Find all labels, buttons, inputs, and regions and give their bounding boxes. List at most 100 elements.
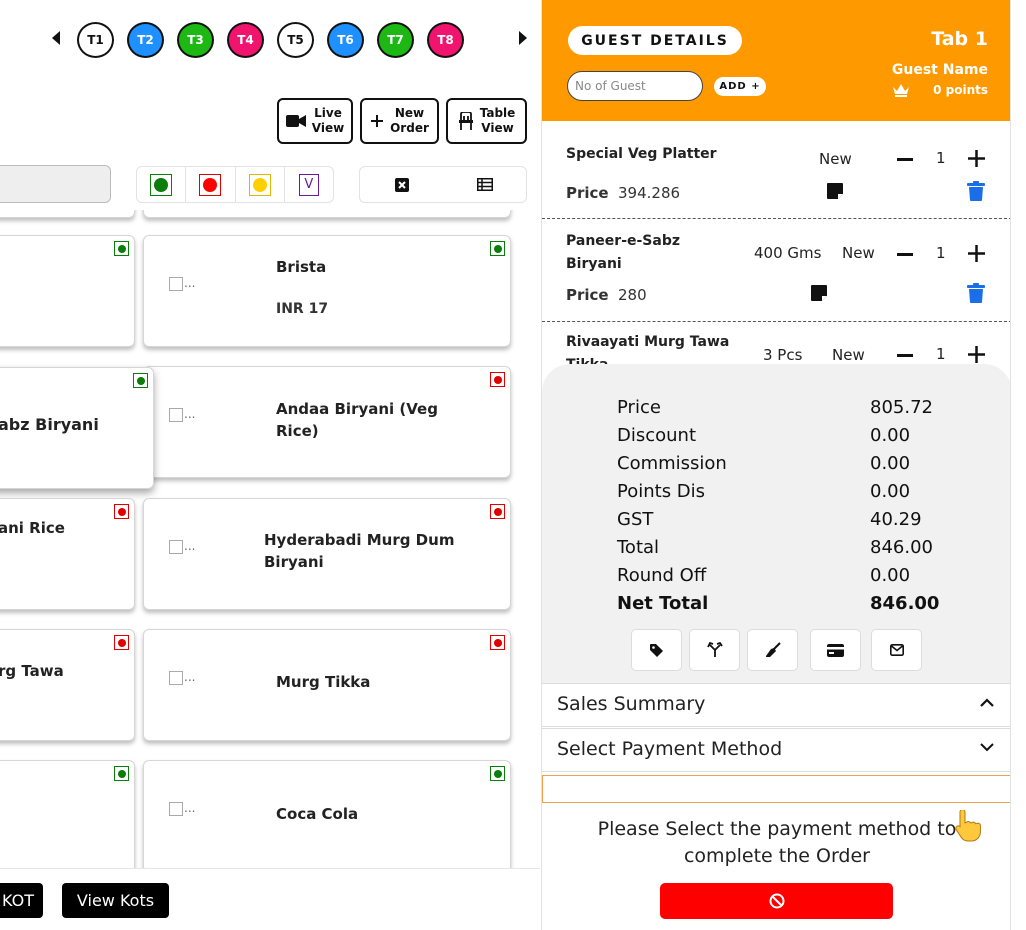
increase-qty-button[interactable] xyxy=(968,150,985,167)
filter-vegan[interactable]: V xyxy=(285,167,333,202)
product-card[interactable] xyxy=(0,760,135,868)
increase-qty-button[interactable] xyxy=(968,346,985,363)
table-t2-button[interactable]: T2 xyxy=(127,22,164,58)
nonveg-filter-icon xyxy=(199,173,222,196)
tag-icon xyxy=(650,643,663,657)
menu-pane: T1 T2 T3 T4 T5 T6 T7 T8 Live View New Orde… xyxy=(0,0,540,930)
table-t6-button[interactable]: T6 xyxy=(327,22,364,58)
product-card-partial[interactable] xyxy=(0,210,135,218)
net-total-row: Net Total 846.00 xyxy=(617,593,940,614)
split-bill-button[interactable] xyxy=(689,629,740,671)
increase-qty-button[interactable] xyxy=(968,245,985,262)
decrease-qty-button[interactable] xyxy=(897,354,913,357)
credit-card-icon xyxy=(827,643,844,657)
note-icon[interactable] xyxy=(826,182,844,200)
order-item-price: 394.286 xyxy=(618,184,681,202)
broken-image-icon: ... xyxy=(169,670,195,685)
crown-icon xyxy=(893,84,909,97)
decrease-qty-button[interactable] xyxy=(897,158,913,161)
discount-tag-button[interactable] xyxy=(631,629,682,671)
product-card[interactable]: ... Coca Cola xyxy=(143,760,511,868)
product-card[interactable]: ani Rice xyxy=(0,498,135,610)
card-payment-button[interactable] xyxy=(810,629,861,671)
video-camera-icon xyxy=(285,115,306,127)
new-order-button[interactable]: New Order xyxy=(360,98,439,144)
order-item: Special Veg Platter New 1 Price 394.286 xyxy=(542,125,1010,219)
decrease-qty-button[interactable] xyxy=(897,253,913,256)
plus-icon xyxy=(371,115,384,127)
order-item: Paneer-e-Sabz Biryani 400 Gms New 1 Pric… xyxy=(542,220,1010,322)
payment-input[interactable] xyxy=(542,775,1010,803)
guest-details-button[interactable]: GUEST DETAILS xyxy=(568,26,742,55)
order-item-name: Paneer-e-Sabz Biryani xyxy=(566,233,681,272)
product-card-hovered[interactable]: abz Biryani xyxy=(0,367,154,489)
chevron-down-icon xyxy=(980,743,994,752)
product-name: Andaa Biryani (Veg Rice) xyxy=(276,400,438,440)
add-guest-button[interactable]: ADD + xyxy=(714,77,766,96)
order-item-quantity-label: 400 Gms xyxy=(754,244,822,262)
email-bill-button[interactable] xyxy=(871,629,922,671)
product-grid: ... Brista INR 17 ... Andaa Biryani (Veg… xyxy=(0,210,540,868)
table-t4-button[interactable]: T4 xyxy=(227,22,264,58)
nonveg-indicator-icon xyxy=(490,372,505,387)
order-pane: GUEST DETAILS Tab 1 ADD + Guest Name 0 p… xyxy=(541,0,1011,930)
list-icon xyxy=(476,178,493,191)
envelope-icon xyxy=(889,644,904,656)
live-view-button[interactable]: Live View xyxy=(277,98,353,144)
chair-icon xyxy=(458,112,473,130)
product-name: ani Rice xyxy=(0,519,65,537)
cancel-order-button[interactable] xyxy=(660,883,893,919)
list-view-button[interactable] xyxy=(443,167,526,202)
product-card-partial[interactable] xyxy=(143,210,511,218)
filter-nonveg[interactable] xyxy=(186,167,236,202)
veg-filter-icon xyxy=(150,173,173,196)
table-t5-button[interactable]: T5 xyxy=(277,22,314,58)
summary-row: Commission 0.00 xyxy=(617,453,911,474)
table-view-button[interactable]: Table View xyxy=(446,98,527,144)
filter-veg[interactable] xyxy=(137,167,187,202)
payment-method-accordion[interactable]: Select Payment Method xyxy=(542,728,1010,772)
veg-indicator-icon xyxy=(490,241,505,256)
table-t3-button[interactable]: T3 xyxy=(177,22,214,58)
new-order-label: New Order xyxy=(390,106,429,135)
product-card[interactable] xyxy=(0,235,135,347)
diet-filter-group: V xyxy=(136,166,334,203)
product-card[interactable]: ... Murg Tikka xyxy=(143,629,511,741)
product-name: Coca Cola xyxy=(276,805,359,823)
prev-arrow-icon[interactable] xyxy=(52,31,60,45)
veg-indicator-icon xyxy=(490,766,505,781)
order-item-count: 1 xyxy=(936,244,946,262)
trash-icon[interactable] xyxy=(967,181,985,201)
order-item-quantity-label: 3 Pcs xyxy=(763,346,803,364)
broken-image-icon: ... xyxy=(169,539,195,554)
table-t1-button[interactable]: T1 xyxy=(77,22,114,58)
veg-indicator-icon xyxy=(133,373,148,388)
product-card[interactable]: ... Brista INR 17 xyxy=(143,235,511,347)
next-arrow-icon[interactable] xyxy=(519,31,527,45)
guest-count-input[interactable] xyxy=(567,71,703,101)
order-item-status: New xyxy=(842,244,875,262)
summary-row: Price 805.72 xyxy=(617,397,933,418)
note-icon[interactable] xyxy=(810,284,828,302)
product-card[interactable]: ... Andaa Biryani (Veg Rice) xyxy=(143,366,511,478)
clear-filter-button[interactable] xyxy=(360,167,443,202)
view-kots-button[interactable]: View Kots xyxy=(62,883,169,918)
product-search-input[interactable] xyxy=(0,165,111,203)
clear-order-button[interactable] xyxy=(747,629,798,671)
summary-row: Round Off 0.00 xyxy=(617,565,911,586)
divider xyxy=(0,868,540,869)
sales-summary-label: Sales Summary xyxy=(557,693,706,715)
trash-icon[interactable] xyxy=(967,283,985,303)
kot-button[interactable]: KOT xyxy=(0,883,43,918)
egg-filter-icon xyxy=(248,173,271,196)
table-t8-button[interactable]: T8 xyxy=(427,22,464,58)
order-item-count: 1 xyxy=(936,345,946,363)
order-item-count: 1 xyxy=(936,149,946,167)
table-t7-button[interactable]: T7 xyxy=(377,22,414,58)
sales-summary-accordion[interactable]: Sales Summary xyxy=(542,683,1010,727)
guest-name: Guest Name xyxy=(891,62,988,78)
filter-egg[interactable] xyxy=(236,167,285,202)
product-card[interactable]: rg Tawa xyxy=(0,629,135,741)
product-card[interactable]: ... Hyderabadi Murg Dum Biryani xyxy=(143,498,511,610)
summary-row: Total 846.00 xyxy=(617,537,933,558)
